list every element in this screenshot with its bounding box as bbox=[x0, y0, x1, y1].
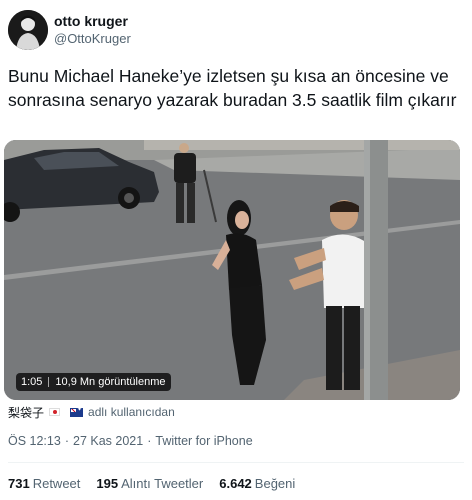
like-number: 6.642 bbox=[219, 476, 252, 491]
source-user-name[interactable]: 梨袋子 bbox=[8, 404, 44, 421]
tweet-text: Bunu Michael Haneke’ye izletsen şu kısa … bbox=[8, 66, 457, 110]
tweet-source[interactable]: Twitter for iPhone bbox=[155, 434, 252, 448]
avatar[interactable] bbox=[8, 10, 48, 50]
badge-divider bbox=[48, 377, 50, 387]
retweet-label: Retweet bbox=[32, 476, 81, 491]
tweet-stats: 731 Retweet 195 Alıntı Tweetler 6.642 Beğen… bbox=[8, 476, 295, 491]
retweet-number: 731 bbox=[8, 476, 30, 491]
tweet-date[interactable]: 27 Kas 2021 bbox=[73, 434, 143, 448]
source-user-row[interactable]: 梨袋子 adlı kullanıcıdan bbox=[8, 404, 175, 420]
like-label: Beğeni bbox=[254, 476, 296, 491]
video-player[interactable]: 1:05 10,9 Mn görüntülenme bbox=[4, 140, 460, 400]
like-count[interactable]: 6.642 Beğeni bbox=[219, 476, 295, 491]
tweet: otto kruger @OttoKruger Bunu Michael Han… bbox=[0, 0, 472, 500]
quote-label: Alıntı Tweetler bbox=[121, 476, 204, 491]
profile-photo-icon bbox=[8, 10, 48, 50]
video-info-badge: 1:05 10,9 Mn görüntülenme bbox=[16, 373, 171, 391]
tweet-time[interactable]: ÖS 12:13 bbox=[8, 434, 61, 448]
video-duration: 1:05 bbox=[21, 376, 43, 388]
tweet-meta: ÖS 12:13 · 27 Kas 2021 · Twitter for iPh… bbox=[8, 434, 253, 448]
video-views: 10,9 Mn görüntülenme bbox=[55, 376, 166, 388]
retweet-count[interactable]: 731 Retweet bbox=[8, 476, 80, 491]
source-label: adlı kullanıcıdan bbox=[88, 405, 175, 419]
divider bbox=[8, 462, 464, 463]
author-name[interactable]: otto kruger bbox=[54, 13, 128, 29]
quote-count[interactable]: 195 Alıntı Tweetler bbox=[96, 476, 203, 491]
tweet-header: otto kruger @OttoKruger bbox=[8, 10, 468, 50]
meta-separator: · bbox=[64, 434, 69, 448]
japan-flag-icon bbox=[49, 408, 61, 416]
author-handle[interactable]: @OttoKruger bbox=[54, 31, 131, 46]
australia-flag-icon bbox=[70, 406, 84, 417]
meta-separator: · bbox=[147, 434, 152, 448]
video-thumbnail bbox=[4, 140, 460, 400]
quote-number: 195 bbox=[96, 476, 119, 491]
